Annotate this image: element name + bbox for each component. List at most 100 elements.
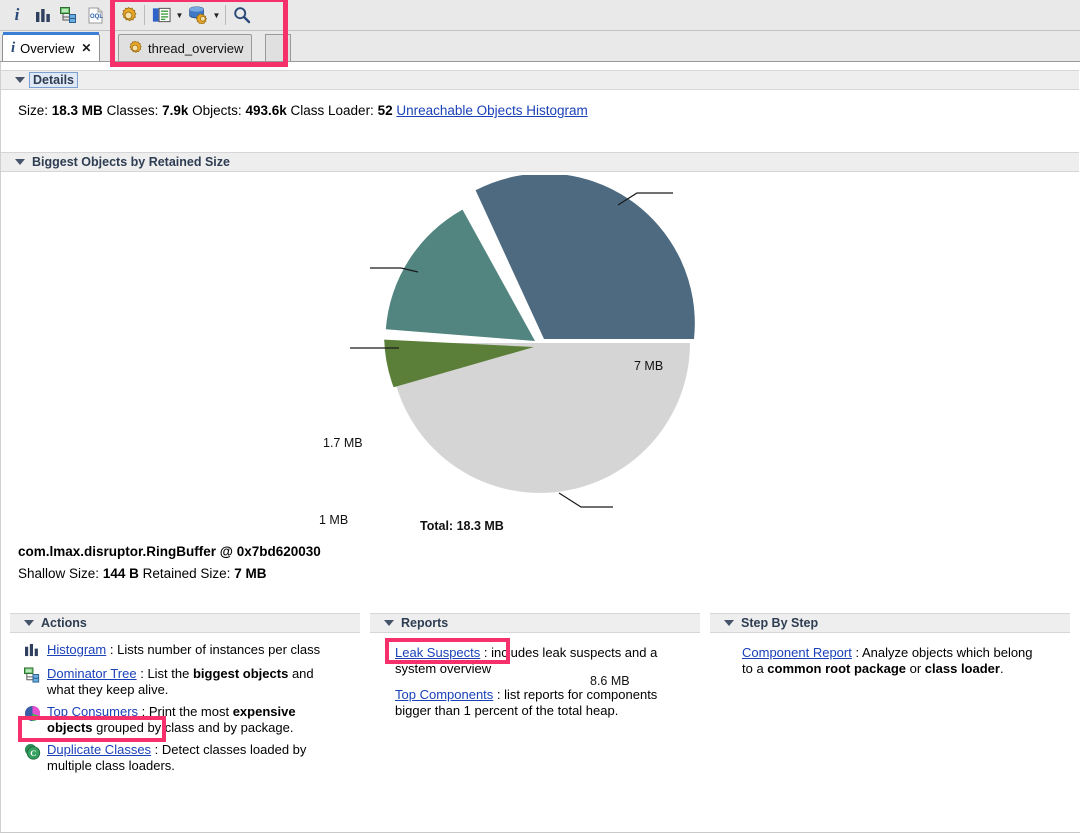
unreachable-objects-histogram-link[interactable]: Unreachable Objects Histogram: [396, 103, 587, 118]
section-details-label: Details: [29, 72, 78, 88]
details-summary: Size: 18.3 MB Classes: 7.9k Objects: 493…: [18, 103, 588, 118]
section-biggest-objects-label: Biggest Objects by Retained Size: [32, 155, 230, 169]
desc-2: or: [906, 661, 925, 676]
desc-bold-2: class loader: [925, 661, 1000, 676]
tab-overview-label: Overview: [20, 41, 74, 56]
section-header-biggest-objects[interactable]: Biggest Objects by Retained Size: [1, 152, 1079, 172]
histogram-icon: [24, 643, 41, 660]
close-icon[interactable]: ✕: [81, 42, 91, 54]
chevron-down-icon[interactable]: [384, 620, 394, 626]
histogram-link[interactable]: Histogram: [47, 642, 106, 657]
chevron-down-icon[interactable]: [24, 620, 34, 626]
chevron-down-icon[interactable]: [15, 77, 25, 83]
pie-label-1-7mb: 1.7 MB: [323, 436, 363, 450]
desc-1: Print the most: [149, 704, 233, 719]
action-item-top-consumers[interactable]: Top Consumers : Print the most expensive…: [24, 704, 344, 736]
section-header-step-by-step[interactable]: Step By Step: [710, 613, 1070, 633]
component-report-link[interactable]: Component Report: [742, 645, 852, 660]
sep: :: [493, 687, 504, 702]
selected-object-sizes: Shallow Size: 144 B Retained Size: 7 MB: [18, 566, 266, 581]
retained-size-value: 7 MB: [234, 566, 266, 581]
section-actions-label: Actions: [41, 616, 87, 630]
retained-size-pie-chart[interactable]: 7 MB 1.7 MB 1 MB 8.6 MB: [1, 175, 1079, 540]
mat-overview-window: i OQL: [0, 0, 1080, 833]
query-browser-icon[interactable]: [148, 2, 174, 28]
database-gear-dropdown-arrow[interactable]: ▼: [211, 2, 222, 28]
report-item-leak-suspects[interactable]: Leak Suspects : includes leak suspects a…: [395, 645, 690, 677]
size-value: 18.3 MB: [52, 103, 103, 118]
pie-label-7mb: 7 MB: [634, 359, 663, 373]
desc-1: List the: [147, 666, 193, 681]
tab-thread-overview[interactable]: thread_overview: [118, 34, 252, 61]
classes-label: Classes:: [107, 103, 159, 118]
toolbar-separator-1: [111, 5, 112, 25]
gear-icon: [127, 40, 143, 56]
sep: :: [480, 645, 491, 660]
info-icon[interactable]: i: [4, 2, 30, 28]
classloader-value: 52: [378, 103, 393, 118]
pie-chart-total-label: Total: 18.3 MB: [420, 519, 504, 533]
action-histogram-text: Histogram : Lists number of instances pe…: [47, 642, 344, 658]
svg-text:C: C: [30, 748, 36, 758]
tab-overview[interactable]: i Overview ✕: [2, 34, 100, 61]
info-icon: i: [11, 41, 15, 56]
section-step-by-step-label: Step By Step: [741, 616, 818, 630]
histogram-icon[interactable]: [30, 2, 56, 28]
duplicate-classes-link[interactable]: Duplicate Classes: [47, 742, 151, 757]
toolbar-separator-2: [144, 5, 145, 25]
desc-3: .: [1000, 661, 1004, 676]
top-components-link[interactable]: Top Components: [395, 687, 493, 702]
shallow-size-label: Shallow Size:: [18, 566, 99, 581]
svg-text:OQL: OQL: [90, 14, 103, 20]
tab-thread-overview-label: thread_overview: [148, 41, 243, 56]
section-header-actions[interactable]: Actions: [10, 613, 360, 633]
classloader-label: Class Loader:: [291, 103, 374, 118]
query-browser-dropdown-arrow[interactable]: ▼: [174, 2, 185, 28]
dominator-tree-link[interactable]: Dominator Tree: [47, 666, 137, 681]
action-item-histogram[interactable]: Histogram : Lists number of instances pe…: [24, 642, 344, 660]
oql-icon[interactable]: OQL: [82, 2, 108, 28]
report-item-top-components[interactable]: Top Components : list reports for compon…: [395, 687, 690, 719]
leader-line-8-6mb: [559, 493, 613, 507]
actions-list: Histogram : Lists number of instances pe…: [24, 642, 344, 780]
editor-tab-bar: i Overview ✕ thread_overview: [0, 31, 1080, 62]
desc: Lists number of instances per class: [117, 642, 320, 657]
step-by-step-list: Component Report : Analyze objects which…: [742, 645, 1042, 683]
section-header-reports[interactable]: Reports: [370, 613, 700, 633]
dominator-tree-icon: [24, 667, 41, 684]
section-header-details[interactable]: Details: [1, 70, 1079, 90]
pie-label-1mb: 1 MB: [319, 513, 348, 527]
action-item-duplicate-classes[interactable]: C Duplicate Classes : Detect classes loa…: [24, 742, 344, 774]
step-component-report-text: Component Report : Analyze objects which…: [742, 645, 1042, 677]
main-toolbar: i OQL: [0, 0, 1080, 31]
chevron-down-icon[interactable]: [15, 159, 25, 165]
chevron-down-icon[interactable]: [724, 620, 734, 626]
retained-size-label: Retained Size:: [143, 566, 231, 581]
gear-icon[interactable]: [115, 2, 141, 28]
desc-2: grouped by class and by package.: [93, 720, 294, 735]
step-item-component-report[interactable]: Component Report : Analyze objects which…: [742, 645, 1042, 677]
action-top-consumers-text: Top Consumers : Print the most expensive…: [47, 704, 344, 736]
tab-bar-filler: [265, 34, 291, 61]
search-icon[interactable]: [229, 2, 255, 28]
toolbar-separator-3: [225, 5, 226, 25]
dominator-tree-icon[interactable]: [56, 2, 82, 28]
shallow-size-value: 144 B: [103, 566, 139, 581]
objects-label: Objects:: [192, 103, 242, 118]
database-gear-icon[interactable]: [185, 2, 211, 28]
leak-suspects-link[interactable]: Leak Suspects: [395, 645, 480, 660]
objects-value: 493.6k: [245, 103, 286, 118]
size-label: Size:: [18, 103, 48, 118]
sep: :: [852, 645, 862, 660]
duplicate-classes-icon: C: [24, 743, 41, 760]
desc-bold: biggest objects: [193, 666, 288, 681]
pie-chart-svg[interactable]: [1, 175, 1079, 540]
report-top-components-text: Top Components : list reports for compon…: [395, 687, 690, 719]
report-leak-suspects-text: Leak Suspects : includes leak suspects a…: [395, 645, 690, 677]
action-duplicate-classes-text: Duplicate Classes : Detect classes loade…: [47, 742, 344, 774]
section-reports-label: Reports: [401, 616, 448, 630]
desc-bold-1: common root package: [767, 661, 906, 676]
top-consumers-icon: [24, 705, 41, 722]
action-item-dominator-tree[interactable]: Dominator Tree : List the biggest object…: [24, 666, 344, 698]
top-consumers-link[interactable]: Top Consumers: [47, 704, 138, 719]
